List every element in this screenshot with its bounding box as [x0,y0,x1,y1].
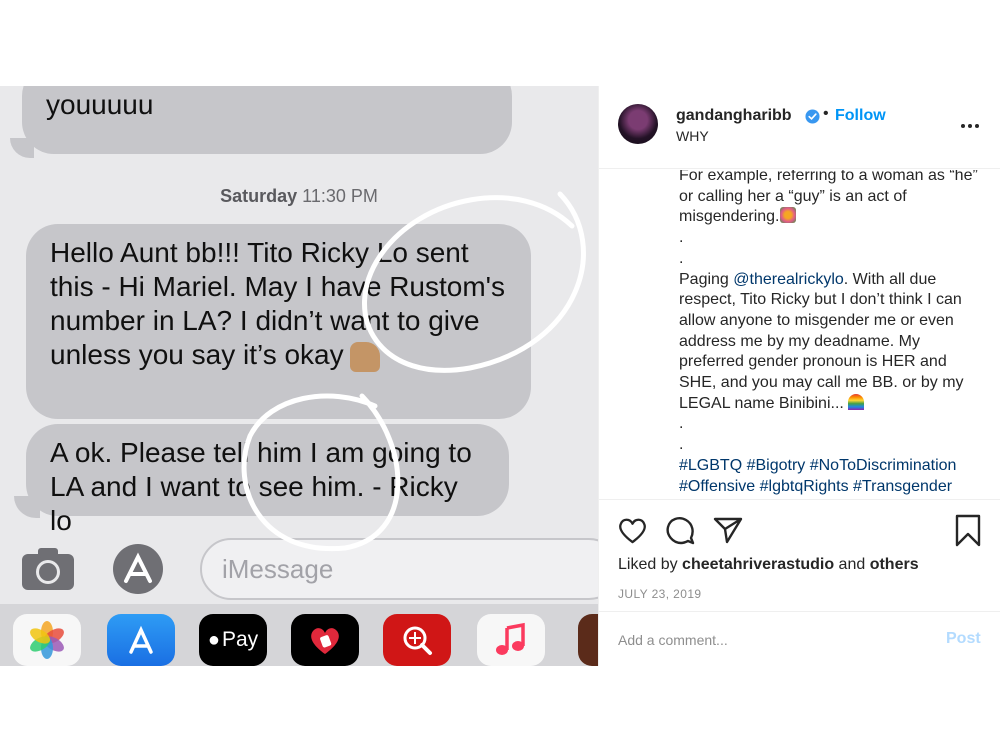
app-store-icon[interactable] [110,543,166,595]
liked-by-prefix: Liked by [618,556,683,573]
message-bubble-1: know you are doing okay!!!! Miss youuuuu [22,86,512,154]
app-store-app-icon[interactable] [107,614,175,666]
post-location[interactable]: WHY [676,128,709,144]
timestamp-day: Saturday [220,186,298,206]
caption-dot: . [679,249,684,267]
caption-text: For example, referring to a woman as “he… [679,170,978,226]
message-screenshot: know you are doing okay!!!! Miss youuuuu… [0,86,598,666]
photos-app-icon[interactable] [13,614,81,666]
bubble-tail [10,138,34,158]
app-drawer: ● Pay [0,604,598,666]
liked-by-and: and [834,556,870,573]
compose-bar: iMessage [0,538,598,608]
instagram-post-panel: gandangharibb • Follow WHY For example, … [598,86,1000,666]
message-bubble-2: Hello Aunt bb!!! Tito Ricky Lo sent this… [26,224,531,419]
avatar[interactable] [618,104,658,144]
apple-logo-icon: ● [207,628,220,651]
caption-text: Paging [679,270,734,288]
caption-paragraph: Paging @therealrickylo. With all due res… [679,270,983,415]
message-text: Hello Aunt bb!!! Tito Ricky Lo sent this… [50,237,506,370]
likes-summary: Liked by cheetahriverastudio and others [618,556,919,574]
caption-dot: . [679,229,684,247]
message-text: know you are doing okay!!!! Miss youuuuu [46,89,154,120]
imessage-input[interactable]: iMessage [200,538,598,600]
liked-by-others-link[interactable]: others [870,556,919,573]
message-bubble-3: A ok. Please tell him I am going to LA a… [26,424,509,536]
post-comment-button[interactable]: Post [946,630,981,648]
more-options-icon[interactable] [960,116,980,136]
thumbs-up-emoji-icon [349,341,380,372]
post-caption: For example, referring to a woman as “he… [599,170,1000,500]
bouquet-emoji-icon [779,207,796,224]
bubble-tail [14,496,40,518]
separator-dot: • [823,105,829,122]
hashtag-links[interactable]: #LGBTQ #Bigotry #NoToDiscrimination #Off… [679,456,983,497]
caption-dot: . [679,415,684,433]
message-timestamp: Saturday 11:30 PM [0,186,598,207]
digital-touch-app-icon[interactable] [291,614,359,666]
apple-pay-label: Pay [221,628,259,651]
add-comment-row: Post [599,612,1000,666]
post-actions: Liked by cheetahriverastudio and others … [599,500,1000,612]
apple-pay-app-icon[interactable]: ● Pay [199,614,267,666]
follow-button[interactable]: Follow [835,107,886,125]
timestamp-time: 11:30 PM [302,186,378,206]
caption-text: . With all due respect, Tito Ricky but I… [679,270,964,412]
username-link[interactable]: gandangharibb [676,107,792,125]
caption-paragraph: For example, referring to a woman as “he… [679,170,983,228]
verified-badge-icon [805,109,820,124]
liked-by-user-link[interactable]: cheetahriverastudio [682,556,834,573]
images-search-app-icon[interactable] [383,614,451,666]
bookmark-icon[interactable] [954,514,982,547]
comment-input[interactable] [618,628,918,652]
comment-icon[interactable] [665,516,695,546]
rainbow-emoji-icon [848,393,865,410]
music-app-icon[interactable] [477,614,545,666]
caption-dot: . [679,436,684,454]
heart-icon[interactable] [617,516,648,545]
app-icon-partial[interactable] [578,614,598,666]
camera-icon[interactable] [20,546,76,592]
share-icon[interactable] [713,516,743,544]
message-text: A ok. Please tell him I am going to LA a… [50,437,472,536]
post-date[interactable]: JULY 23, 2019 [618,587,701,601]
mention-link[interactable]: @therealrickylo [733,271,844,288]
post-header: gandangharibb • Follow WHY [599,86,1000,169]
